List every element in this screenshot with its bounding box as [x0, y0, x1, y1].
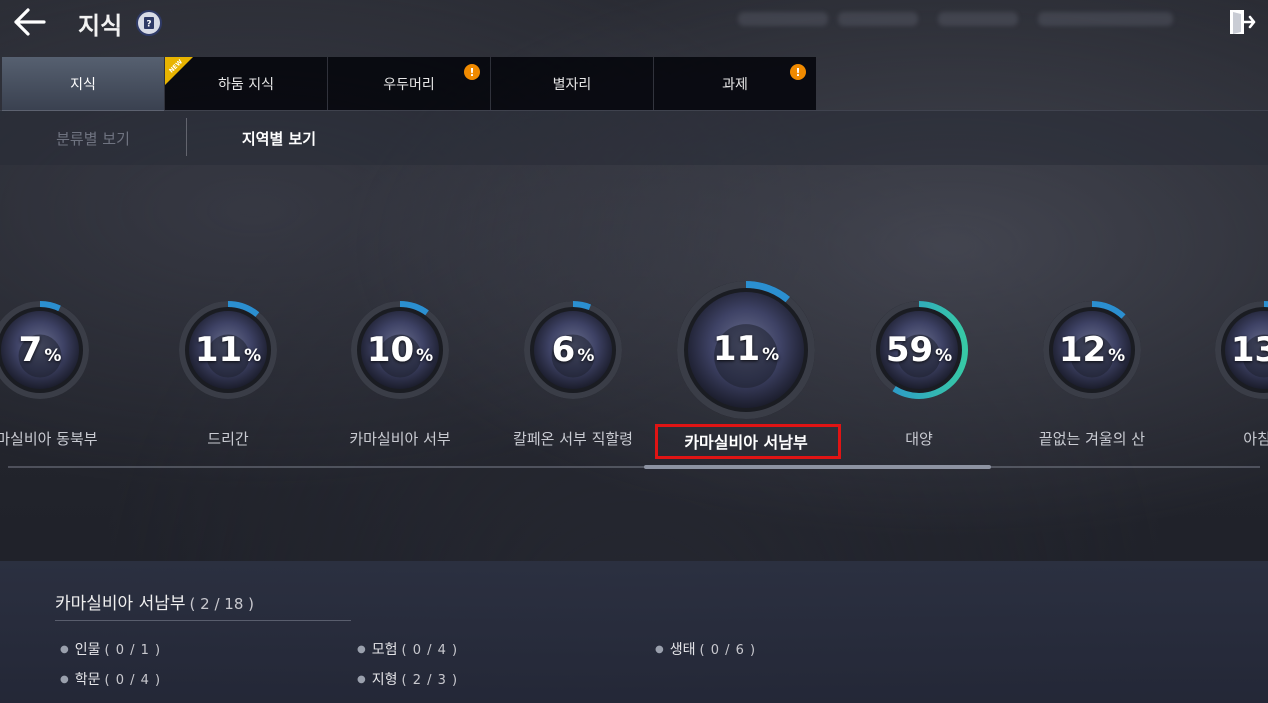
tab-constellation[interactable]: 별자리 — [491, 57, 653, 110]
stat-adventure: ● 모험( 0 / 4 ) — [357, 642, 459, 658]
region-name-label[interactable]: 끝없는 겨울의 산 — [1039, 428, 1145, 449]
detail-title: 카마실비아 서남부( 2 / 18 ) — [55, 589, 254, 614]
tab-label: 별자리 — [552, 76, 592, 93]
exit-door-icon — [1230, 10, 1256, 34]
exit-button[interactable] — [1224, 6, 1256, 38]
region-item-0[interactable]: 7% — [0, 297, 93, 403]
carousel-scroll-track[interactable] — [8, 466, 1260, 468]
main-tab-bar: 지식 NEW 하둠 지식 우두머리 ! 별자리 과제 ! — [2, 57, 817, 111]
tab-boss[interactable]: 우두머리 ! — [328, 57, 490, 110]
region-percent-value: 10 — [366, 330, 415, 370]
region-percent-value: 11 — [712, 329, 761, 369]
region-percent: 12% — [1039, 330, 1145, 370]
region-item-7[interactable]: 13% — [1211, 297, 1268, 403]
percent-unit: % — [244, 346, 262, 366]
arrow-left-icon — [14, 8, 46, 36]
region-detail-panel — [0, 561, 1268, 703]
percent-unit: % — [44, 346, 62, 366]
new-ribbon: NEW — [165, 57, 193, 85]
tab-by-region[interactable]: 지역별 보기 — [187, 111, 371, 165]
detail-count: ( 2 / 18 ) — [189, 595, 254, 613]
percent-unit: % — [762, 345, 780, 365]
percent-unit: % — [577, 346, 595, 366]
stat-person: ● 인물( 0 / 1 ) — [60, 642, 162, 658]
percent-unit: % — [416, 346, 434, 366]
region-percent: 6% — [520, 330, 626, 370]
page-title: 지식 — [78, 12, 123, 40]
currency-display — [738, 12, 828, 26]
percent-unit: % — [935, 346, 953, 366]
subtab-label: 분류별 보기 — [56, 129, 130, 148]
currency-display — [1038, 12, 1173, 26]
region-item-5[interactable]: 59% — [866, 297, 972, 403]
region-percent: 11% — [673, 329, 819, 369]
tab-hadum-knowledge[interactable]: NEW 하둠 지식 — [165, 57, 327, 110]
tab-label: 우두머리 — [383, 76, 435, 93]
stat-academics: ● 학문( 0 / 4 ) — [60, 672, 162, 688]
tab-by-category[interactable]: 분류별 보기 — [0, 111, 186, 165]
region-percent: 59% — [866, 330, 972, 370]
tab-knowledge[interactable]: 지식 — [2, 57, 164, 111]
alert-badge-icon: ! — [464, 64, 480, 80]
subtab-label: 지역별 보기 — [241, 129, 317, 148]
region-name-label[interactable]: 카마실비아 동북부 — [0, 428, 98, 449]
currency-display — [838, 12, 918, 26]
region-percent: 7% — [0, 330, 93, 370]
region-percent-value: 6 — [551, 330, 576, 370]
svg-text:?: ? — [146, 20, 151, 30]
region-percent: 11% — [175, 330, 281, 370]
stat-ecology: ● 생태( 0 / 6 ) — [655, 642, 757, 658]
region-item-6[interactable]: 12% — [1039, 297, 1145, 403]
carousel-scroll-thumb[interactable] — [644, 465, 991, 469]
region-name-label[interactable]: 아침의 — [1243, 428, 1268, 449]
tab-label: 과제 — [722, 76, 748, 93]
region-name-label[interactable]: 카마실비아 서부 — [349, 428, 450, 449]
region-name-label[interactable]: 칼페온 서부 직할령 — [513, 428, 633, 449]
region-name-label[interactable]: 드리간 — [207, 428, 248, 449]
region-percent-value: 59 — [885, 330, 934, 370]
view-mode-bar: 분류별 보기 지역별 보기 — [0, 110, 1268, 165]
region-item-1[interactable]: 11% — [175, 297, 281, 403]
divider — [186, 118, 187, 156]
divider — [55, 620, 351, 621]
region-percent: 10% — [347, 330, 453, 370]
region-percent-value: 11 — [194, 330, 243, 370]
tab-label: 지식 — [70, 76, 96, 93]
tab-tasks[interactable]: 과제 ! — [654, 57, 816, 110]
detail-region-name: 카마실비아 서남부 — [55, 594, 186, 614]
alert-badge-icon: ! — [790, 64, 806, 80]
region-item-4[interactable]: 11% — [673, 277, 819, 423]
region-item-3[interactable]: 6% — [520, 297, 626, 403]
currency-display — [938, 12, 1018, 26]
percent-unit: % — [1108, 346, 1126, 366]
back-button[interactable] — [12, 6, 48, 38]
region-percent-value: 13 — [1230, 330, 1268, 370]
region-percent-value: 7 — [18, 330, 43, 370]
region-name-label[interactable]: 대양 — [905, 428, 933, 449]
question-book-icon[interactable]: ? — [136, 10, 162, 36]
region-item-2[interactable]: 10% — [347, 297, 453, 403]
stat-terrain: ● 지형( 2 / 3 ) — [357, 672, 459, 688]
selected-region-highlight — [655, 424, 841, 459]
region-percent: 13% — [1211, 330, 1268, 370]
tab-label: 하둠 지식 — [218, 76, 274, 93]
region-percent-value: 12 — [1058, 330, 1107, 370]
